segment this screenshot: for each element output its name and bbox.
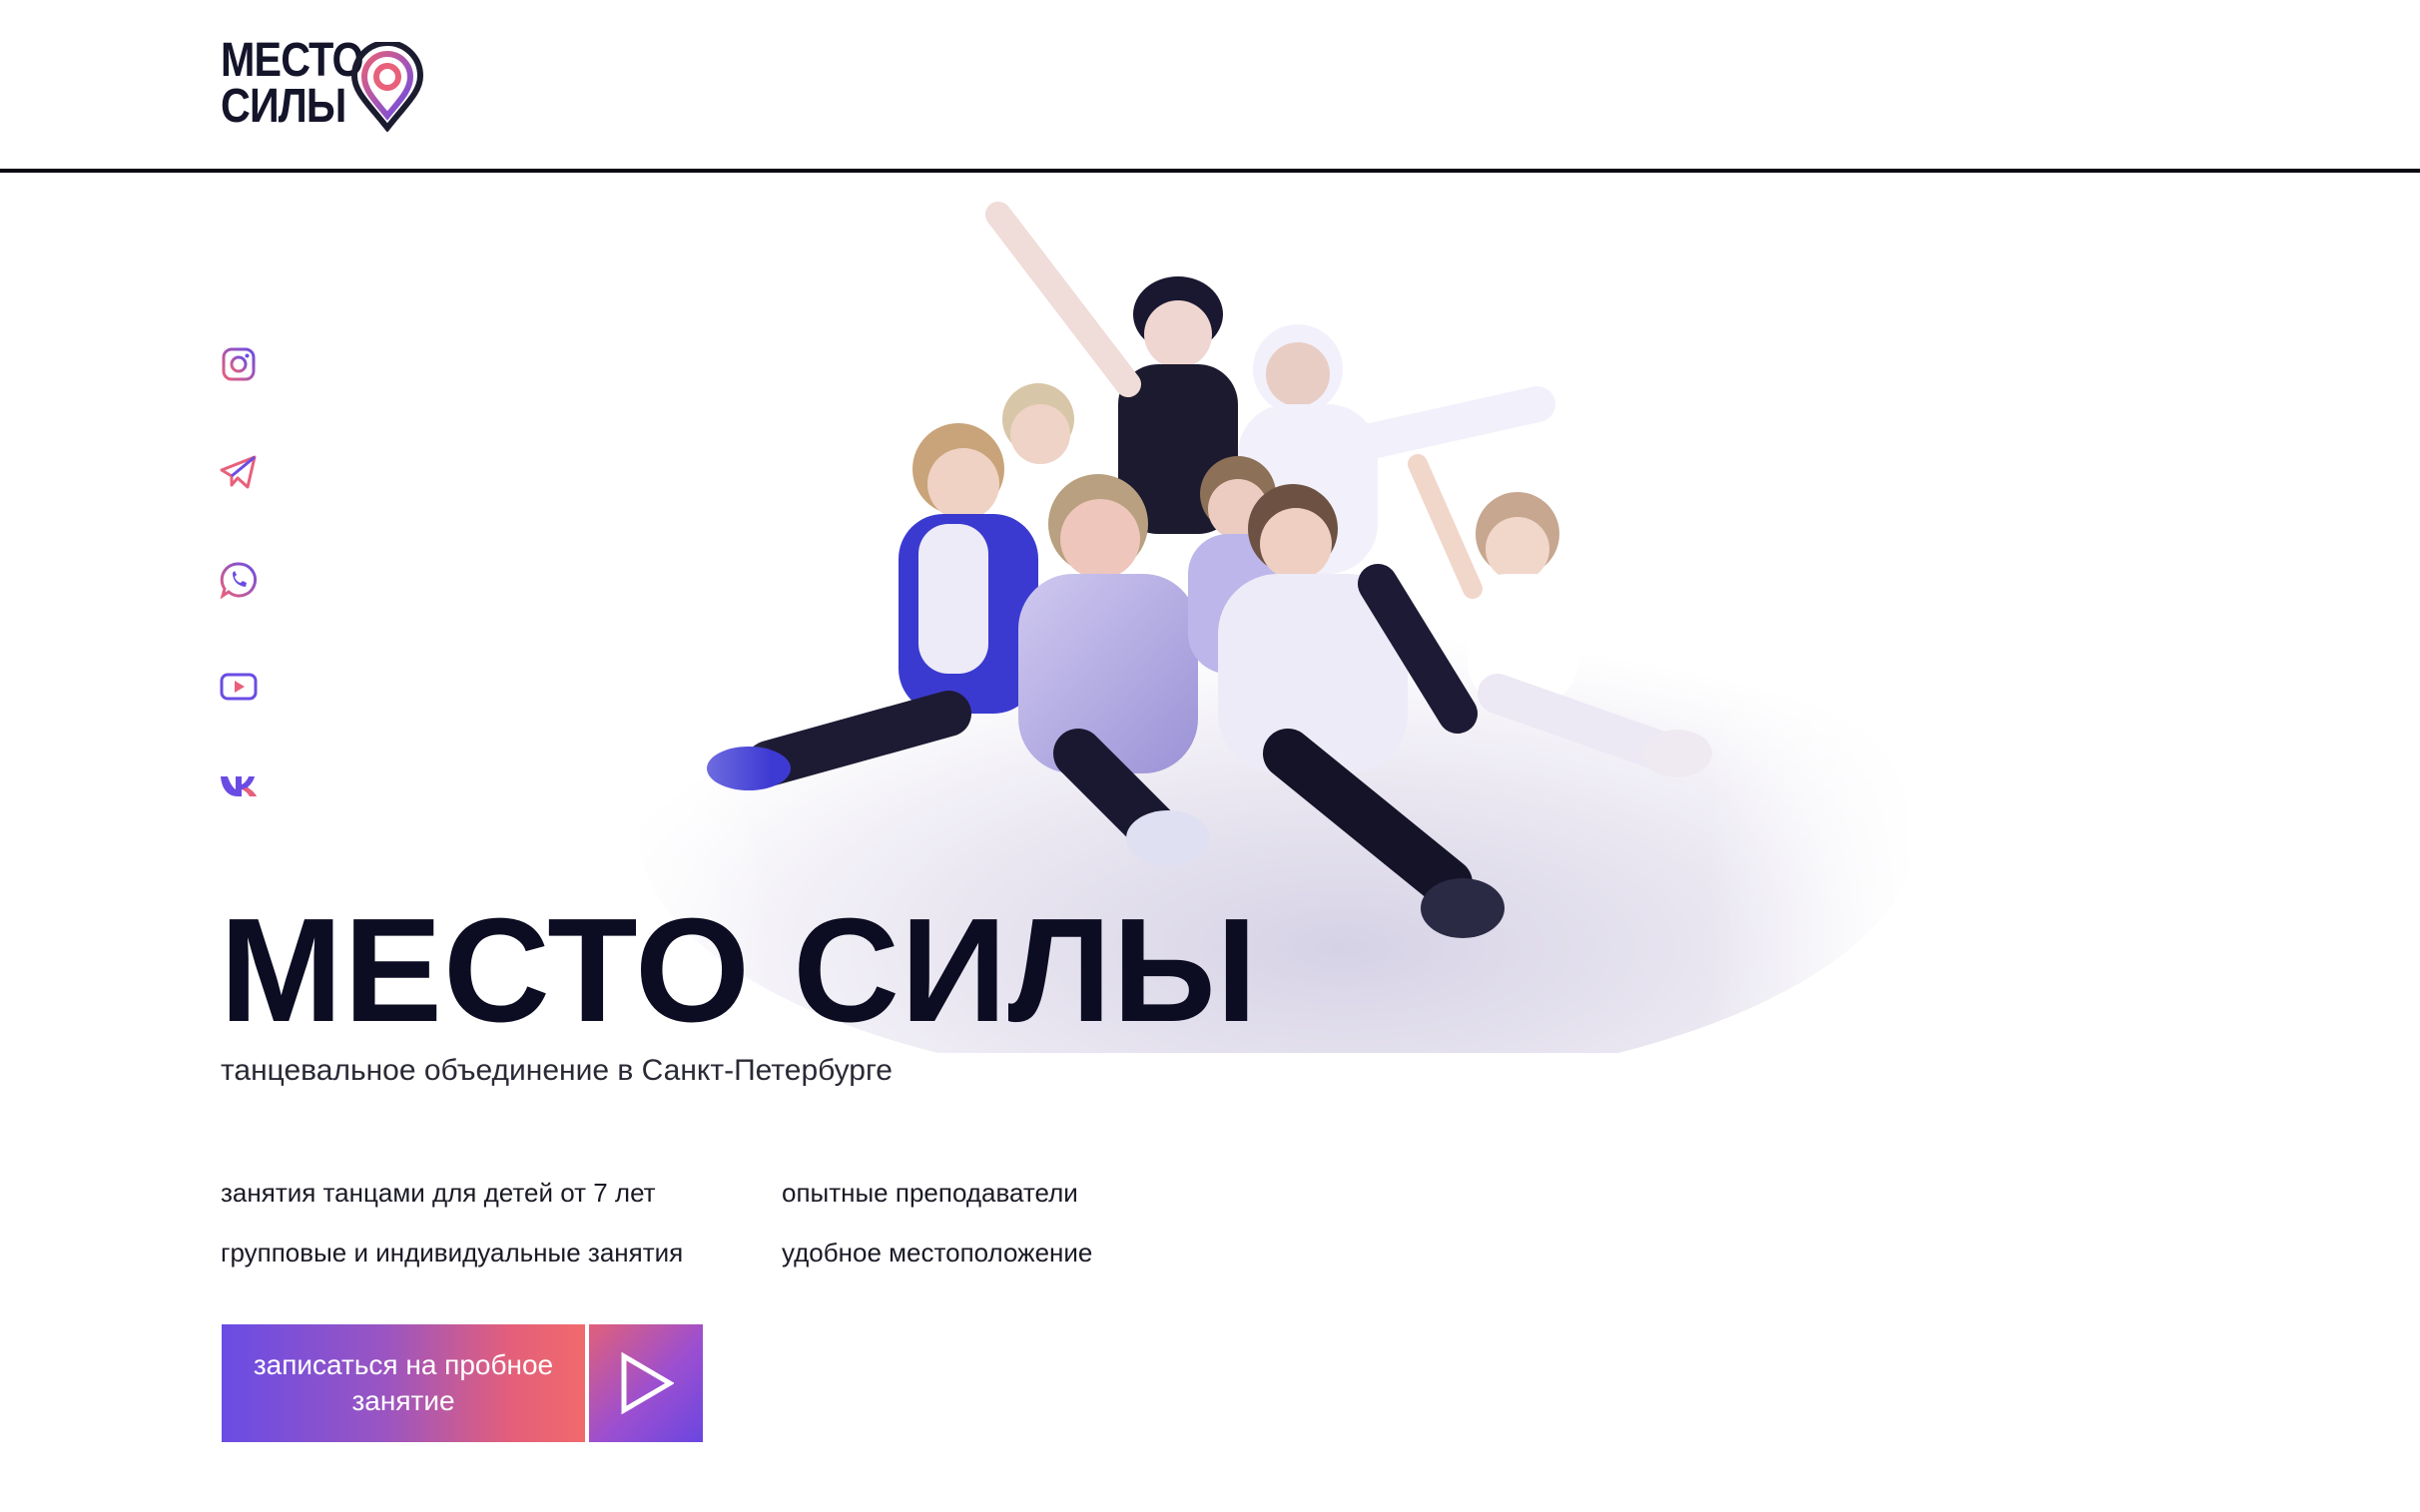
logo-wordmark: МЕСТО СИЛЫ bbox=[221, 34, 364, 133]
vk-link[interactable] bbox=[219, 765, 259, 805]
feature-item-format: групповые и индивидуальные занятия bbox=[221, 1238, 684, 1267]
logo-line-1: МЕСТО bbox=[221, 34, 364, 87]
telegram-link[interactable] bbox=[219, 452, 259, 492]
telegram-icon bbox=[220, 455, 257, 489]
feature-item-age: занятия танцами для детей от 7 лет bbox=[221, 1178, 656, 1208]
instagram-link[interactable] bbox=[219, 344, 259, 384]
instagram-icon bbox=[222, 347, 256, 381]
vk-icon bbox=[221, 776, 257, 796]
trial-signup-button[interactable]: записаться на пробное занятие bbox=[222, 1324, 703, 1442]
youtube-link[interactable] bbox=[219, 667, 259, 707]
site-header: МЕСТО СИЛЫ bbox=[0, 0, 2420, 173]
trial-signup-label[interactable]: записаться на пробное занятие bbox=[222, 1324, 585, 1442]
logo[interactable]: МЕСТО СИЛЫ bbox=[221, 34, 430, 133]
play-button[interactable] bbox=[589, 1324, 703, 1442]
whatsapp-link[interactable] bbox=[219, 560, 259, 600]
hero-subtitle: танцевальное объединение в Санкт-Петербу… bbox=[221, 1054, 893, 1087]
youtube-icon bbox=[220, 673, 258, 701]
hero-title: МЕСТО СИЛЫ bbox=[220, 888, 1259, 1053]
play-icon bbox=[621, 1352, 674, 1414]
whatsapp-icon bbox=[220, 562, 258, 599]
feature-item-teachers: опытные преподаватели bbox=[782, 1178, 1078, 1208]
landing-page: МЕСТО СИЛЫ МЕСТО СИЛЫ танцевальное объед… bbox=[0, 0, 2420, 1512]
map-pin-icon bbox=[350, 42, 424, 132]
feature-item-location: удобное местоположение bbox=[782, 1238, 1093, 1267]
logo-line-2: СИЛЫ bbox=[221, 80, 346, 133]
